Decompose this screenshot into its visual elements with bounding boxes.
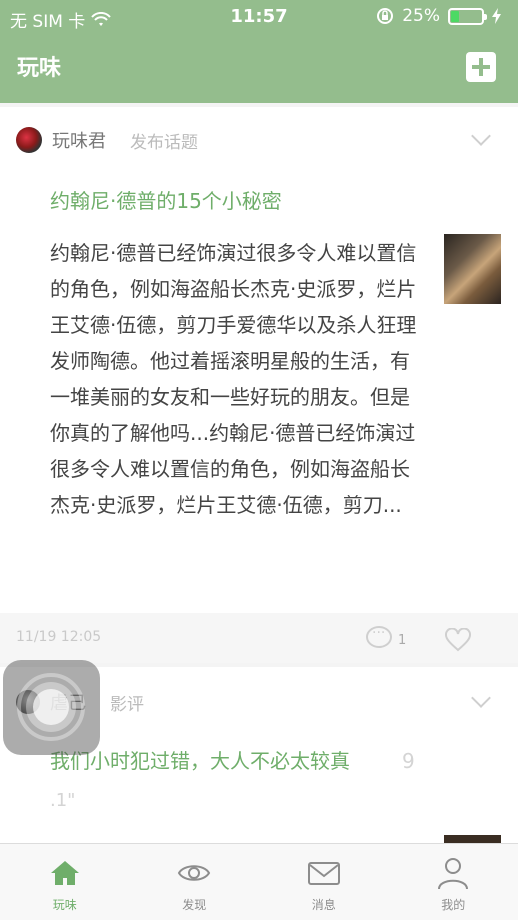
avatar[interactable] — [16, 127, 42, 153]
tab-label: 我的 — [441, 898, 466, 912]
topic-label: 发布话题 — [130, 132, 198, 153]
tab-home[interactable]: 玩味 — [0, 844, 130, 920]
add-button[interactable] — [466, 52, 496, 82]
score-value: 9 — [402, 749, 415, 773]
tab-messages[interactable]: 消息 — [259, 844, 389, 920]
comment-count: 1 — [398, 633, 407, 648]
tab-label: 消息 — [311, 898, 336, 912]
tab-profile[interactable]: 我的 — [389, 844, 518, 920]
post-meta: 玩味君 发布话题 — [16, 127, 198, 153]
chevron-down-icon[interactable] — [471, 126, 491, 146]
post-thumbnail[interactable] — [444, 835, 501, 843]
post-body[interactable]: 约翰尼·德普已经饰演过很多令人难以置信的角色，例如海盗船长杰克·史派罗，烂片王艾… — [50, 235, 422, 523]
rotation-lock-icon — [377, 8, 394, 24]
author-name[interactable]: 玩味君 — [52, 127, 106, 153]
page-title: 玩味 — [17, 56, 62, 81]
top-bar: 无 SIM 卡 11:57 25% 玩味 — [0, 0, 518, 103]
tab-label: 发现 — [182, 898, 207, 912]
battery-percent: 25% — [402, 6, 440, 26]
eye-icon — [178, 865, 211, 881]
post-card[interactable]: 玩味君 发布话题 约翰尼·德普的15个小秘密 约翰尼·德普已经饰演过很多令人难以… — [0, 103, 518, 667]
user-icon — [438, 858, 469, 890]
status-bar: 无 SIM 卡 11:57 25% — [0, 0, 518, 34]
chevron-down-icon[interactable] — [471, 688, 491, 708]
battery-icon — [448, 7, 487, 25]
tab-discover[interactable]: 发现 — [130, 844, 260, 920]
post-thumbnail[interactable] — [444, 234, 501, 304]
post-title[interactable]: 约翰尼·德普的15个小秘密 — [50, 185, 282, 214]
tab-bar: 玩味 发现 消息 我的 — [0, 843, 518, 920]
status-right: 25% — [376, 6, 502, 26]
heart-icon[interactable] — [445, 628, 471, 652]
topic-label: 影评 — [110, 694, 144, 715]
post-date: 11/19 12:05 — [16, 629, 102, 645]
charging-icon — [492, 8, 501, 24]
assistive-touch-button[interactable] — [3, 660, 100, 755]
tab-label: 玩味 — [52, 898, 77, 912]
score-suffix: .1" — [50, 790, 76, 811]
comment-button[interactable]: 1 — [366, 625, 407, 648]
mail-icon — [307, 862, 340, 885]
battery-fill — [451, 10, 459, 22]
post-footer: 11/19 12:05 1 — [0, 613, 518, 667]
assistive-core — [33, 689, 69, 725]
home-icon — [50, 861, 79, 885]
comment-icon — [366, 625, 392, 648]
